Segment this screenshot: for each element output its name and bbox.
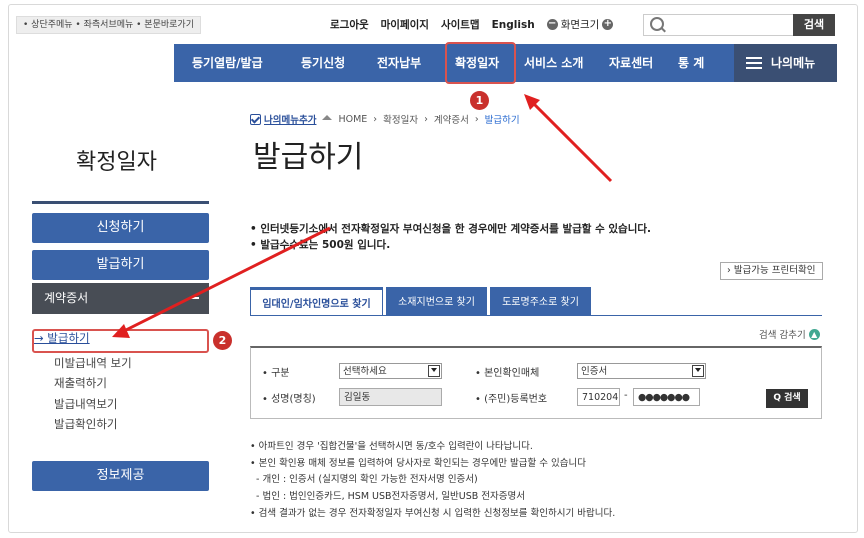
search-icon <box>650 17 664 31</box>
note-text: - 개인 : 인증서 (실지명의 확인 가능한 전자서명 인증서) <box>256 474 478 485</box>
collapse-icon <box>191 297 199 299</box>
sidebar-item-contract-label: 계약증서 <box>44 291 89 305</box>
name-label: • 성명(명칭) <box>262 394 316 405</box>
sidebar-subitem-reprint[interactable]: 재출력하기 <box>54 375 107 391</box>
top-links: 로그아웃 마이페이지 사이트맵 English − 화면크기 + <box>330 17 614 32</box>
printer-check-button[interactable]: › 발급가능 프린터확인 <box>720 262 823 280</box>
sidebar-subitem-unissued[interactable]: 미발급내역 보기 <box>54 355 132 371</box>
tab-by-lot-number[interactable]: 소재지번으로 찾기 <box>386 287 487 316</box>
nav-item-registry-apply[interactable]: 등기신청 <box>301 44 345 82</box>
nav-item-e-payment[interactable]: 전자납부 <box>377 44 421 82</box>
reg-number-dash: - <box>624 390 628 401</box>
annotation-box-nav <box>445 42 516 84</box>
id-medium-select-value: 인증서 <box>581 366 608 377</box>
nav-item-data-center[interactable]: 자료센터 <box>609 44 653 82</box>
breadcrumb-home[interactable]: HOME <box>338 114 367 125</box>
sidebar-item-issue[interactable]: 발급하기 <box>32 250 209 280</box>
annotation-badge-2: 2 <box>213 331 232 350</box>
tab-underline <box>250 315 822 316</box>
chevron-up-icon: ▲ <box>808 328 820 340</box>
sidebar-subitem-verify[interactable]: 발급확인하기 <box>54 416 117 432</box>
add-favorite-label: 나의메뉴추가 <box>264 115 317 126</box>
note-text: • 검색 결과가 없는 경우 전자확정일자 부여신청 시 입력한 신청정보를 확… <box>250 508 616 519</box>
form-search-label: 검색 <box>784 393 801 403</box>
search-button[interactable]: 검색 <box>793 14 835 36</box>
logout-link[interactable]: 로그아웃 <box>330 17 369 32</box>
tab-by-name[interactable]: 임대인/임차인명으로 찾기 <box>250 287 383 316</box>
search-form <box>250 346 822 419</box>
page-title: 발급하기 <box>253 140 364 175</box>
zoom-label: 화면크기 <box>560 19 600 31</box>
my-menu-label: 나의메뉴 <box>771 56 816 70</box>
skip-links[interactable]: • 상단주메뉴 • 좌측서브메뉴 • 본문바로가기 <box>16 16 201 34</box>
form-search-button[interactable]: Q 검색 <box>766 389 808 408</box>
breadcrumb: 나의메뉴추가 HOME › 확정일자 › 계약증서 › 발급하기 <box>250 112 520 126</box>
sitemap-link[interactable]: 사이트맵 <box>441 17 480 32</box>
collapse-search-toggle[interactable]: 검색 감추기 ▲ <box>759 327 820 341</box>
home-icon <box>322 114 333 120</box>
id-medium-select[interactable]: 인증서 <box>577 363 706 379</box>
sidebar-item-apply[interactable]: 신청하기 <box>32 213 209 243</box>
reg-number-label: • (주민)등록번호 <box>475 394 548 405</box>
annotation-badge-1: 1 <box>470 91 489 110</box>
search-icon: Q <box>773 393 781 403</box>
breadcrumb-item[interactable]: 확정일자 <box>383 112 418 126</box>
check-icon <box>250 113 261 125</box>
reg-number-front-field[interactable]: 710204 <box>577 388 620 406</box>
nav-item-service-intro[interactable]: 서비스 소개 <box>524 44 583 82</box>
category-select-value: 선택하세요 <box>343 366 387 377</box>
english-link[interactable]: English <box>492 19 535 31</box>
category-label: • 구분 <box>262 368 290 379</box>
notice-text: • 인터넷등기소에서 전자확정일자 부여신청을 한 경우에만 계약증서를 발급할… <box>250 223 652 235</box>
chevron-down-icon <box>692 365 704 377</box>
annotation-box-sidebar <box>32 329 209 353</box>
tab-by-road-address[interactable]: 도로명주소로 찾기 <box>490 287 591 316</box>
zoom-in-icon[interactable]: + <box>602 19 614 30</box>
breadcrumb-item[interactable]: 계약증서 <box>434 112 469 126</box>
my-menu-button[interactable]: 나의메뉴 <box>734 44 837 82</box>
name-field[interactable]: 김일동 <box>339 388 442 406</box>
zoom-out-icon[interactable]: − <box>546 19 558 30</box>
section-title: 확정일자 <box>76 150 157 175</box>
nav-item-registry-view[interactable]: 등기열람/발급 <box>192 44 263 82</box>
breadcrumb-current: 발급하기 <box>484 115 520 126</box>
reg-number-back-field[interactable]: ●●●●●●● <box>633 388 700 406</box>
sidebar-subitem-history[interactable]: 발급내역보기 <box>54 396 117 412</box>
notice-text: • 발급수수료는 500원 입니다. <box>250 239 391 251</box>
hamburger-icon <box>746 57 762 69</box>
chevron-down-icon <box>428 365 440 377</box>
search-input[interactable] <box>643 14 795 36</box>
mypage-link[interactable]: 마이페이지 <box>381 17 429 32</box>
sidebar-item-contract[interactable]: 계약증서 <box>32 283 209 314</box>
collapse-search-label: 검색 감추기 <box>759 330 806 341</box>
sidebar-divider <box>32 201 209 204</box>
note-text: • 본인 확인용 매체 정보를 입력하여 당사자로 확인되는 경우에만 발급할 … <box>250 458 586 469</box>
note-text: • 아파트인 경우 '집합건물'을 선택하시면 동/호수 입력란이 나타납니다. <box>250 441 533 452</box>
zoom-control: − 화면크기 + <box>546 17 614 32</box>
add-favorite-link[interactable]: 나의메뉴추가 <box>250 112 316 126</box>
category-select[interactable]: 선택하세요 <box>339 363 442 379</box>
sidebar-item-info[interactable]: 정보제공 <box>32 461 209 491</box>
nav-item-statistics[interactable]: 통 계 <box>678 44 704 82</box>
id-medium-label: • 본인확인매체 <box>475 368 540 379</box>
note-text: - 법인 : 법인인증카드, HSM USB전자증명서, 일반USB 전자증명서 <box>256 491 525 502</box>
